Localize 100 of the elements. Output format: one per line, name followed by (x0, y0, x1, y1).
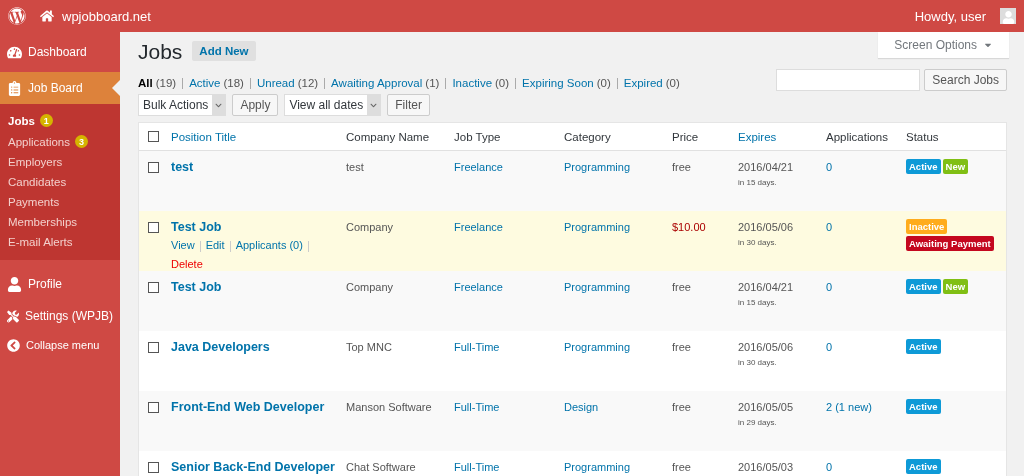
expiry-note: in 30 days. (738, 238, 777, 247)
price-cell-text: free (672, 460, 692, 473)
row-checkbox[interactable] (148, 222, 159, 233)
select-all-checkbox[interactable] (148, 131, 159, 142)
date-filter-dropdown[interactable]: View all dates (284, 94, 382, 116)
count-badge: 3 (75, 135, 88, 148)
category-link[interactable]: Programming (564, 459, 672, 473)
expiry-date: 2016/05/05 (738, 400, 794, 413)
applications-link[interactable]: 0 (826, 459, 906, 473)
table-cell-text: test (346, 160, 365, 173)
delete-link[interactable]: Delete (171, 258, 203, 270)
site-name-link[interactable]: wpjobboard.net (62, 8, 151, 24)
tools-icon (7, 308, 19, 324)
category-link[interactable]: Programming (564, 279, 672, 293)
expiry-date: 2016/05/06 (738, 340, 794, 353)
row-checkbox[interactable] (148, 342, 159, 353)
job-type-link[interactable]: Full-Time (454, 399, 564, 413)
submenu-item[interactable]: Memberships (0, 212, 120, 232)
job-type-link[interactable]: Freelance (454, 159, 564, 173)
status-badge: Active (906, 339, 941, 354)
status-badge: Active (906, 279, 941, 294)
row-checkbox[interactable] (148, 462, 159, 473)
column-header[interactable]: Position Title (171, 130, 346, 143)
category-link[interactable]: Programming (564, 159, 672, 173)
status-badge: New (942, 279, 969, 294)
filter-link[interactable]: All (138, 77, 153, 89)
category-link[interactable]: Programming (564, 339, 672, 353)
expiry-date: 2016/05/06 (738, 220, 794, 233)
filter-count: (0) (495, 77, 510, 89)
sidebar-item[interactable]: Collapse menu (0, 332, 120, 358)
greeting-text[interactable]: Howdy, user (914, 8, 986, 24)
job-type-link[interactable]: Freelance (454, 219, 564, 233)
job-title-link[interactable]: Test Job (171, 280, 222, 294)
column-header: Applications (826, 130, 889, 143)
price-cell-text: $10.00 (672, 220, 707, 233)
table-cell-text: Company (346, 280, 395, 293)
submenu-item[interactable]: Payments (0, 192, 120, 212)
filter-count: (19) (155, 77, 177, 89)
category-link[interactable]: Programming (564, 219, 672, 233)
job-title-link[interactable]: Senior Back-End Developer (171, 460, 335, 474)
row-action-link[interactable]: Edit (205, 239, 225, 252)
expiry-date: 2016/04/21 (738, 280, 794, 293)
submenu-item[interactable]: E-mail Alerts (0, 232, 120, 252)
sidebar-item[interactable]: Profile (0, 268, 120, 300)
job-type-link[interactable]: Full-Time (454, 459, 564, 473)
column-header: Job Type (454, 130, 502, 143)
filter-count: (18) (223, 77, 244, 89)
bulk-actions-dropdown[interactable]: Bulk Actions (138, 94, 227, 116)
sidebar-item[interactable]: Job Board (0, 72, 120, 104)
row-checkbox[interactable] (148, 162, 159, 173)
filter-link[interactable]: Awaiting Approval (331, 77, 423, 89)
submenu-item[interactable]: Candidates (0, 172, 120, 192)
search-jobs-button[interactable]: Search Jobs (924, 69, 1007, 91)
submenu-item[interactable]: Jobs 1 (0, 110, 120, 131)
search-field[interactable] (776, 69, 921, 91)
price-cell-text: free (672, 160, 692, 173)
column-header: Status (906, 130, 940, 143)
table-cell-text: Top MNC (346, 340, 393, 353)
job-title-link[interactable]: Test Job (171, 220, 222, 234)
table-cell-text: Company (346, 220, 395, 233)
filter-link[interactable]: Active (189, 77, 221, 89)
job-title-link[interactable]: Java Developers (171, 340, 270, 354)
status-badge: Active (906, 459, 941, 474)
row-action-link[interactable]: View (171, 239, 195, 252)
column-header[interactable]: Expires (738, 130, 826, 143)
applications-link[interactable]: 0 (826, 219, 906, 233)
submenu-item[interactable]: Applications 3 (0, 131, 120, 152)
filter-link[interactable]: Unread (256, 77, 295, 89)
clipboard-icon (7, 80, 22, 96)
job-type-link[interactable]: Full-Time (454, 339, 564, 353)
category-link[interactable]: Design (564, 399, 672, 413)
add-new-button[interactable]: Add New (192, 41, 256, 61)
home-icon[interactable] (40, 9, 54, 23)
applications-link[interactable]: 0 (826, 159, 906, 173)
expiry-note: in 15 days. (738, 178, 777, 187)
row-checkbox[interactable] (148, 282, 159, 293)
filter-count: (0) (665, 77, 680, 89)
filter-link[interactable]: Expired (623, 77, 663, 89)
chevron-down-icon (215, 101, 223, 109)
screen-options-button[interactable]: Screen Options (878, 32, 1009, 58)
applications-link[interactable]: 0 (826, 279, 906, 293)
filter-button[interactable]: Filter (387, 94, 430, 116)
chevron-down-icon (370, 101, 378, 109)
job-title-link[interactable]: Front-End Web Developer (171, 400, 325, 414)
filter-link[interactable]: Expiring Soon (522, 77, 594, 89)
status-badge: Inactive (906, 219, 948, 234)
status-badge: Awaiting Payment (906, 236, 994, 251)
row-action-link[interactable]: Applicants (0) (235, 239, 303, 252)
row-checkbox[interactable] (148, 402, 159, 413)
job-type-link[interactable]: Freelance (454, 279, 564, 293)
sidebar-item[interactable]: Settings (WPJB) (0, 300, 120, 332)
filter-link[interactable]: Inactive (452, 77, 493, 89)
wordpress-logo-icon[interactable] (8, 7, 26, 25)
sidebar-item[interactable]: Dashboard (0, 36, 120, 68)
submenu-item[interactable]: Employers (0, 152, 120, 172)
applications-link[interactable]: 2 (1 new) (826, 399, 906, 413)
applications-link[interactable]: 0 (826, 339, 906, 353)
status-badge: New (942, 159, 969, 174)
apply-button[interactable]: Apply (232, 94, 279, 116)
job-title-link[interactable]: test (171, 160, 194, 174)
